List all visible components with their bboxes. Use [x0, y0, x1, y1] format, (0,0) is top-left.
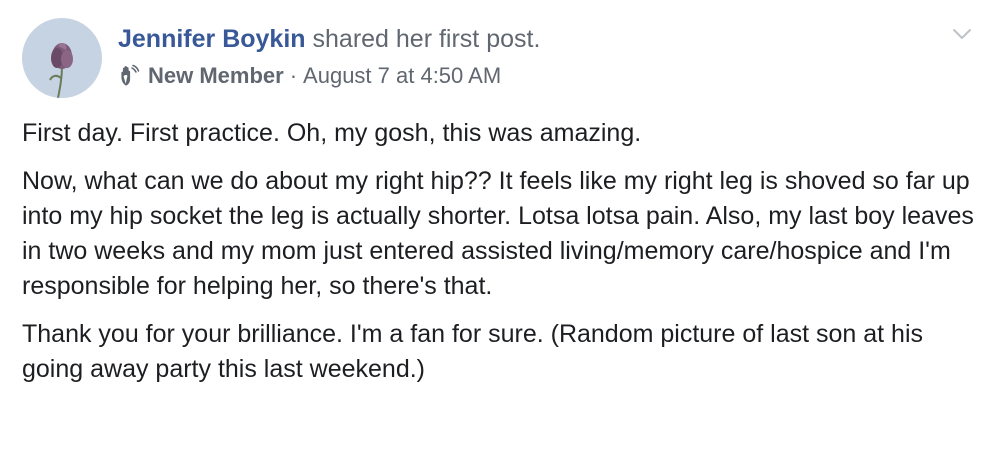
post-meta: Jennifer Boykin shared her first post. N…: [118, 22, 540, 90]
post-header: Jennifer Boykin shared her first post. N…: [22, 18, 540, 98]
member-badge: New Member: [148, 63, 284, 88]
chevron-down-icon[interactable]: [950, 22, 974, 46]
post-timestamp-link[interactable]: August 7 at 4:50 AM: [303, 62, 501, 90]
post-body: First day. First practice. Oh, my gosh, …: [22, 116, 982, 400]
post-paragraph: Now, what can we do about my right hip??…: [22, 167, 974, 300]
avatar[interactable]: [22, 18, 102, 98]
post-title-line: Jennifer Boykin shared her first post.: [118, 22, 540, 56]
post-card: Jennifer Boykin shared her first post. N…: [0, 0, 994, 462]
post-paragraph: Thank you for your brilliance. I'm a fan…: [22, 320, 924, 383]
post-action-text: shared her first post.: [305, 25, 541, 53]
flower-icon: [49, 43, 73, 98]
meta-separator: ·: [289, 63, 298, 88]
post-subline: New Member · August 7 at 4:50 AM: [118, 62, 540, 90]
waving-hand-icon: [121, 64, 140, 86]
author-name-link[interactable]: Jennifer Boykin: [118, 25, 306, 53]
post-paragraph: First day. First practice. Oh, my gosh, …: [22, 119, 642, 147]
